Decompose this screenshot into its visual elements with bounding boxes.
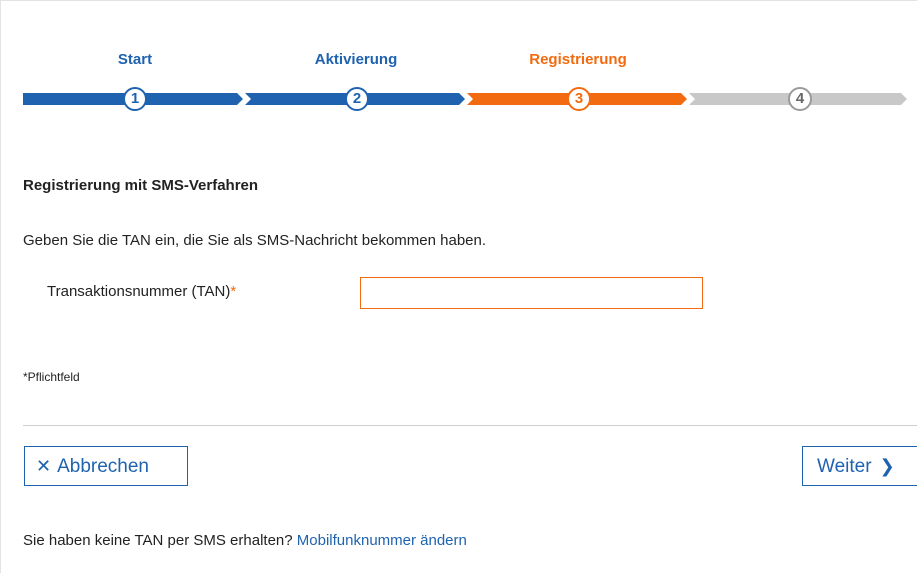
- footer-help: Sie haben keine TAN per SMS erhalten? Mo…: [23, 532, 467, 549]
- close-icon: ✕: [36, 456, 52, 476]
- step-label-start: Start: [117, 51, 153, 68]
- step-circle-3: 3: [567, 87, 591, 111]
- registration-panel: Start Aktivierung Registrierung 1 2 3 4 …: [0, 0, 917, 573]
- tan-input[interactable]: [360, 277, 703, 309]
- cancel-button[interactable]: ✕ Abbrechen: [24, 446, 188, 486]
- step-circle-1: 1: [123, 87, 147, 111]
- change-mobile-number-link[interactable]: Mobilfunknummer ändern: [297, 532, 467, 549]
- section-title: Registrierung mit SMS-Verfahren: [23, 177, 259, 194]
- required-marker: *: [230, 283, 237, 300]
- tan-label-text: Transaktionsnummer (TAN): [47, 283, 231, 300]
- progress-track: [23, 93, 907, 105]
- chevron-right-icon: ❯: [879, 456, 895, 476]
- instruction-text: Geben Sie die TAN ein, die Sie als SMS-N…: [23, 232, 487, 249]
- step-circle-2: 2: [345, 87, 369, 111]
- divider: [23, 425, 917, 426]
- step-label-registrierung: Registrierung: [529, 51, 627, 68]
- next-button[interactable]: Weiter ❯: [802, 446, 917, 486]
- cancel-button-label: Abbrechen: [57, 456, 149, 477]
- mandatory-note: *Pflichtfeld: [23, 370, 80, 384]
- progress-stepper: Start Aktivierung Registrierung 1 2 3 4: [23, 51, 908, 111]
- step-circle-4: 4: [788, 87, 812, 111]
- next-button-label: Weiter: [817, 456, 872, 477]
- tan-field-label: Transaktionsnummer (TAN)*: [47, 283, 236, 300]
- step-label-aktivierung: Aktivierung: [314, 51, 398, 68]
- footer-question: Sie haben keine TAN per SMS erhalten?: [23, 532, 293, 549]
